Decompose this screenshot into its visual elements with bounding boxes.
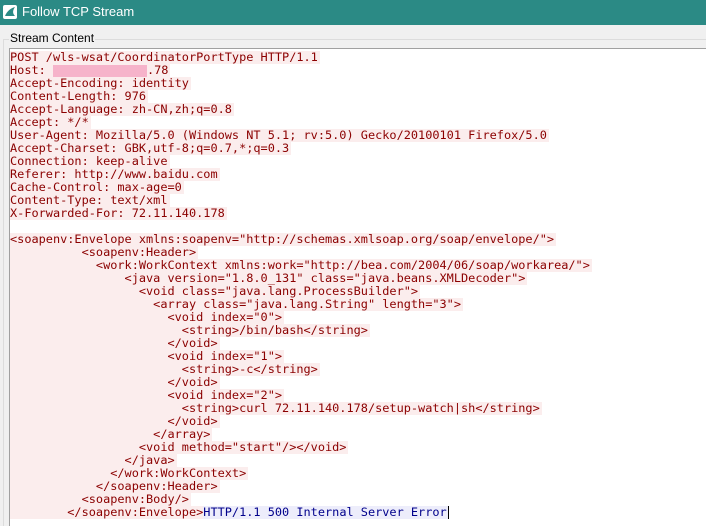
stream-content-label: Stream Content [9,31,96,45]
envelope-close-and-response: </soapenv:Envelope>HTTP/1.1 500 Internal… [10,506,706,519]
window-title: Follow TCP Stream [22,4,135,19]
wireshark-fin-icon [3,5,17,19]
redacted-host [52,65,147,77]
request-header: Accept-Language: zh-CN,zh;q=0.8 [10,102,234,116]
title-bar[interactable]: Follow TCP Stream [0,0,706,25]
text-caret [447,506,449,519]
request-header: X-Forwarded-For: 72.11.140.178 [10,206,227,220]
host-header: Host: .78 [10,64,706,77]
stream-content-text-area[interactable]: POST /wls-wsat/CoordinatorPortType HTTP/… [9,48,706,526]
request-line: POST /wls-wsat/CoordinatorPortType HTTP/… [10,50,320,64]
stream-lines: POST /wls-wsat/CoordinatorPortType HTTP/… [10,51,706,519]
body-line-last: </soapenv:Envelope> [10,505,204,519]
response-status-line: HTTP/1.1 500 Internal Server Error [203,505,448,519]
